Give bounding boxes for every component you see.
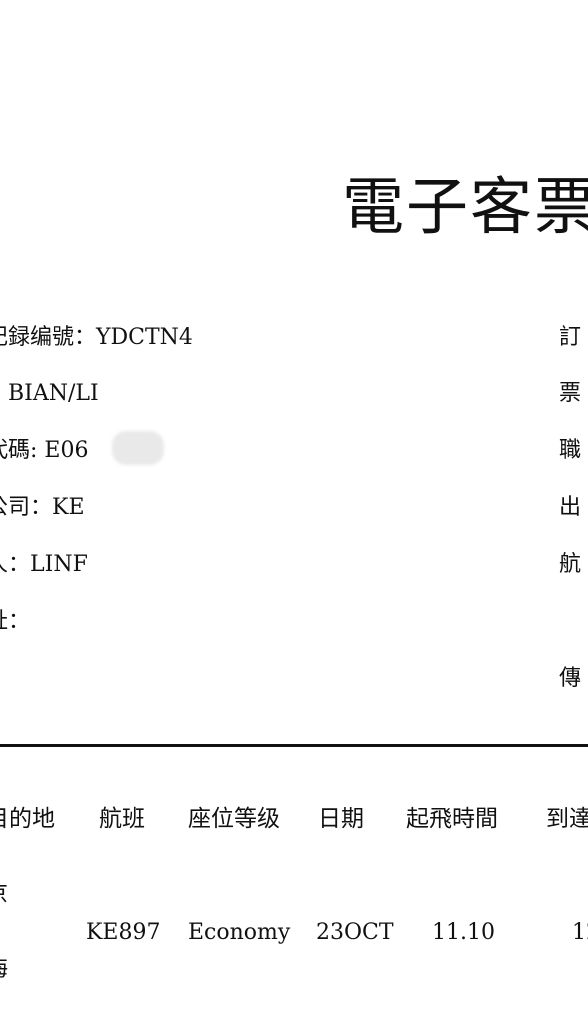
destination-city: 海: [0, 959, 8, 981]
airline-value: KE: [52, 495, 85, 520]
right-field-ticket: 票: [559, 381, 582, 406]
passenger-name-label: ：: [0, 381, 8, 406]
airline-field: 公司：KE: [0, 497, 85, 519]
redaction-blur: [112, 431, 164, 465]
section-divider: [0, 744, 588, 747]
seat-class-value: Economy: [188, 920, 291, 945]
issuer-field: 人：LINF: [0, 554, 88, 576]
code-label: 代碼:: [0, 438, 38, 463]
header-seat-class: 座位等级: [188, 806, 280, 832]
date-value: 23OCT: [316, 920, 394, 945]
ticket-title: 電子客票: [342, 170, 588, 243]
header-departure-time: 起飛時間: [406, 806, 498, 832]
header-date: 日期: [318, 806, 364, 832]
issuer-value: LINF: [30, 552, 88, 577]
booking-reference-field: 記録编號：YDCTN4: [0, 327, 193, 349]
issuer-label: 人：: [0, 552, 31, 577]
address-field: 址：: [0, 611, 30, 633]
right-field-staff: 職: [559, 438, 582, 463]
right-field-fax: 傳: [559, 666, 582, 691]
departure-time-value: 11.10: [432, 920, 495, 945]
origin-city: 京: [0, 884, 8, 906]
passenger-name-value: BIAN/LI: [8, 381, 99, 406]
right-field-airline: 航: [559, 552, 582, 577]
airline-label: 公司：: [0, 495, 53, 520]
flight-number: KE897: [86, 920, 161, 945]
header-destination: 目的地: [0, 806, 55, 832]
header-flight: 航班: [99, 806, 145, 832]
address-label: 址：: [0, 609, 31, 634]
header-arrival: 到達: [546, 806, 588, 832]
right-field-issue: 出: [559, 495, 582, 520]
booking-reference-label: 記録编號：: [0, 325, 97, 350]
arrival-time-value: 12: [572, 920, 588, 945]
right-field-order: 訂: [559, 325, 582, 350]
passenger-name-field: ：BIAN/LI: [0, 383, 99, 405]
booking-reference-value: YDCTN4: [96, 325, 193, 350]
